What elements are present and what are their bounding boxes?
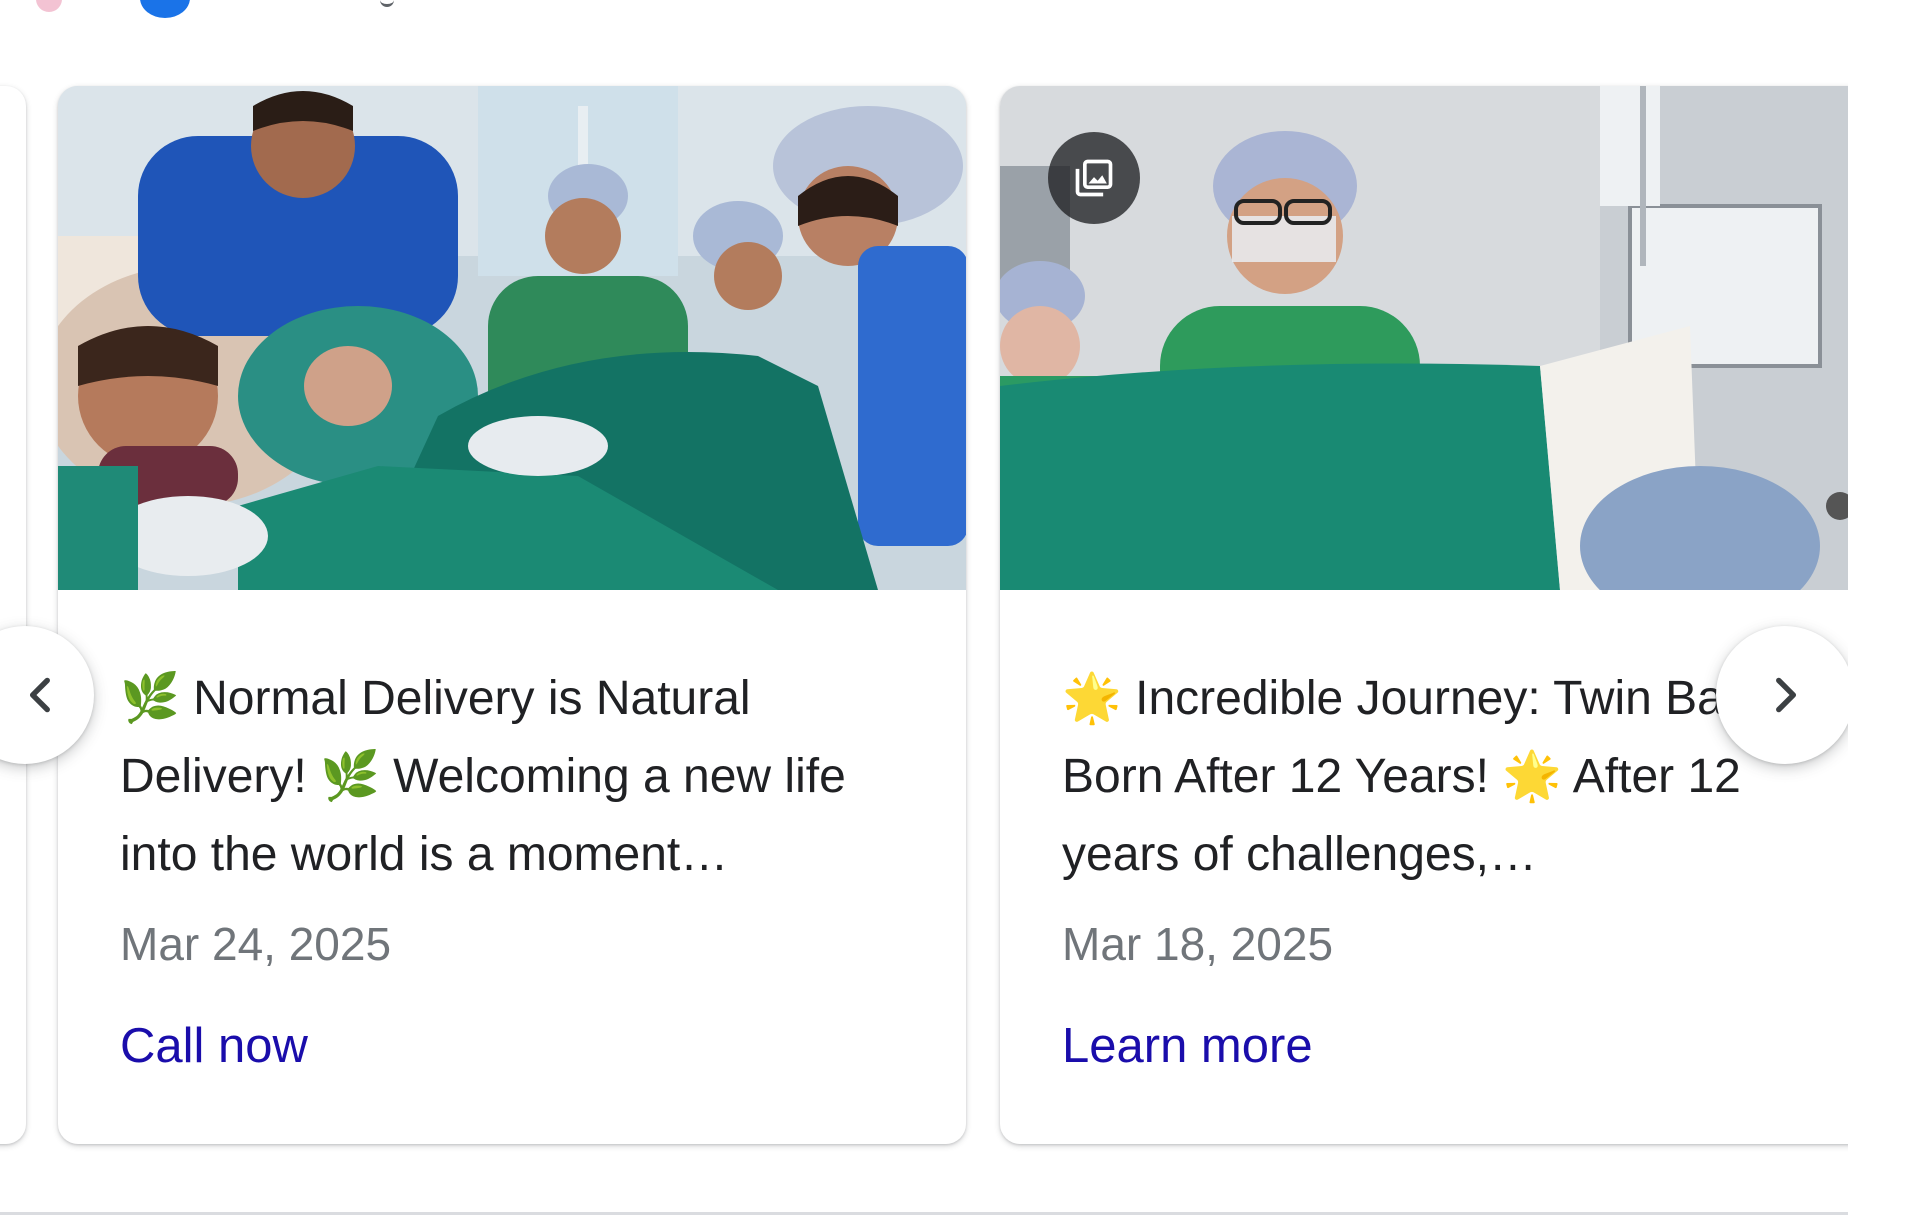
photo-gallery-icon xyxy=(1048,132,1140,224)
post-image[interactable] xyxy=(58,86,966,590)
chevron-right-icon xyxy=(1776,677,1797,713)
call-now-link[interactable]: Call now xyxy=(120,1016,308,1076)
post-card[interactable]: 🌿 Normal Delivery is Natural Delivery! 🌿… xyxy=(58,86,966,1144)
chevron-left-icon xyxy=(29,677,50,713)
learn-more-link[interactable]: Learn more xyxy=(1062,1016,1313,1076)
post-card[interactable]: 🌟 Incredible Journey: Twin Baby Born Aft… xyxy=(1000,86,1848,1144)
post-text[interactable]: 🌿 Normal Delivery is Natural Delivery! 🌿… xyxy=(120,660,920,894)
verified-badge-icon xyxy=(140,0,190,18)
post-date: Mar 18, 2025 xyxy=(1062,918,1334,970)
header-fragment xyxy=(0,0,1920,22)
carousel-next-button[interactable] xyxy=(1716,626,1848,764)
header-text-fragment xyxy=(380,0,394,7)
avatar-fragment xyxy=(36,0,62,12)
post-date: Mar 24, 2025 xyxy=(120,918,392,970)
post-card-previous[interactable] xyxy=(0,86,26,1144)
post-body: 🌿 Normal Delivery is Natural Delivery! 🌿… xyxy=(120,660,920,1076)
posts-carousel: 🌿 Normal Delivery is Natural Delivery! 🌿… xyxy=(0,76,1848,1156)
post-image[interactable] xyxy=(1000,86,1848,590)
business-posts-section: 🌿 Normal Delivery is Natural Delivery! 🌿… xyxy=(0,0,1920,1219)
section-divider xyxy=(0,1212,1848,1215)
delivery-room-photo xyxy=(58,86,966,590)
